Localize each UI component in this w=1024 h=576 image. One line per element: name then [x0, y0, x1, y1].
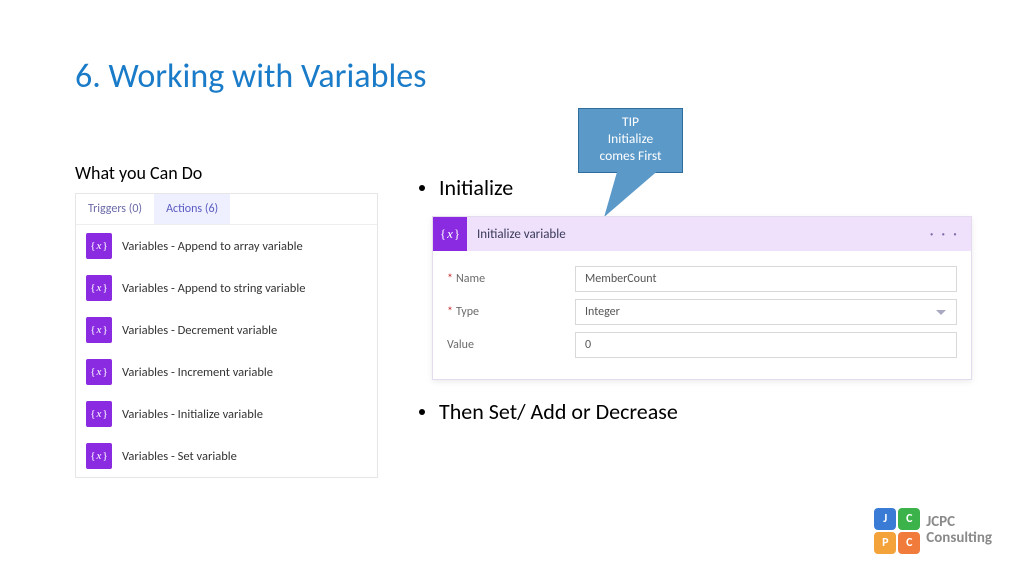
action-label: Variables - Set variable	[122, 449, 237, 464]
actions-panel: Triggers (0) Actions (6) x Variables - A…	[75, 193, 378, 478]
action-label: Variables - Append to string variable	[122, 281, 305, 296]
bullet-then-set: Then Set/ Add or Decrease	[419, 398, 678, 425]
action-item[interactable]: x Variables - Initialize variable	[76, 393, 377, 435]
bullet-dot	[419, 409, 425, 415]
bullet-text: Initialize	[439, 174, 513, 201]
type-select[interactable]: Integer	[575, 299, 957, 325]
action-item[interactable]: x Variables - Decrement variable	[76, 309, 377, 351]
variable-icon: x	[86, 275, 112, 301]
logo-grid: J C P C	[874, 508, 920, 554]
tip-line: Initialize	[583, 131, 678, 148]
action-label: Variables - Decrement variable	[122, 323, 277, 338]
tip-callout: TIP Initialize comes First	[578, 108, 683, 173]
field-row-name: *Name MemberCount	[447, 266, 957, 292]
initialize-variable-card: x Initialize variable · · · *Name Member…	[432, 216, 972, 380]
field-row-type: *Type Integer	[447, 299, 957, 325]
logo-tile-j: J	[874, 508, 896, 530]
bullet-dot	[419, 185, 425, 191]
field-label: *Type	[447, 305, 575, 319]
variable-icon: x	[86, 359, 112, 385]
tab-triggers[interactable]: Triggers (0)	[76, 194, 154, 224]
variable-icon: x	[86, 401, 112, 427]
action-label: Variables - Initialize variable	[122, 407, 263, 422]
name-input[interactable]: MemberCount	[575, 266, 957, 292]
tip-line: comes First	[583, 148, 678, 165]
bullet-text: Then Set/ Add or Decrease	[439, 398, 678, 425]
tip-line: TIP	[583, 114, 678, 131]
action-item[interactable]: x Variables - Append to string variable	[76, 267, 377, 309]
variable-icon: x	[86, 233, 112, 259]
logo-line2: Consulting	[926, 531, 992, 547]
variable-icon: x	[86, 443, 112, 469]
subtitle: What you Can Do	[75, 162, 202, 184]
logo-tile-c2: C	[898, 532, 920, 554]
tip-pointer	[590, 169, 660, 217]
field-label: *Name	[447, 272, 575, 286]
action-label: Variables - Increment variable	[122, 365, 273, 380]
field-label: Value	[447, 338, 575, 352]
slide-title: 6. Working with Variables	[75, 56, 426, 97]
variable-icon: x	[433, 217, 467, 251]
card-body: *Name MemberCount *Type Integer Value 0	[433, 251, 971, 379]
jcpc-logo: J C P C JCPC Consulting	[874, 508, 992, 554]
logo-text: JCPC Consulting	[926, 515, 992, 547]
card-title: Initialize variable	[477, 227, 566, 242]
field-row-value: Value 0	[447, 332, 957, 358]
logo-tile-c: C	[898, 508, 920, 530]
tabs: Triggers (0) Actions (6)	[76, 194, 377, 225]
action-item[interactable]: x Variables - Increment variable	[76, 351, 377, 393]
bullet-initialize: Initialize	[419, 174, 513, 201]
variable-icon: x	[86, 317, 112, 343]
logo-tile-p: P	[874, 532, 896, 554]
more-icon[interactable]: · · ·	[930, 225, 959, 244]
action-item[interactable]: x Variables - Set variable	[76, 435, 377, 477]
tab-actions[interactable]: Actions (6)	[154, 194, 230, 224]
value-input[interactable]: 0	[575, 332, 957, 358]
action-label: Variables - Append to array variable	[122, 239, 303, 254]
action-item[interactable]: x Variables - Append to array variable	[76, 225, 377, 267]
card-header[interactable]: x Initialize variable · · ·	[433, 217, 971, 251]
